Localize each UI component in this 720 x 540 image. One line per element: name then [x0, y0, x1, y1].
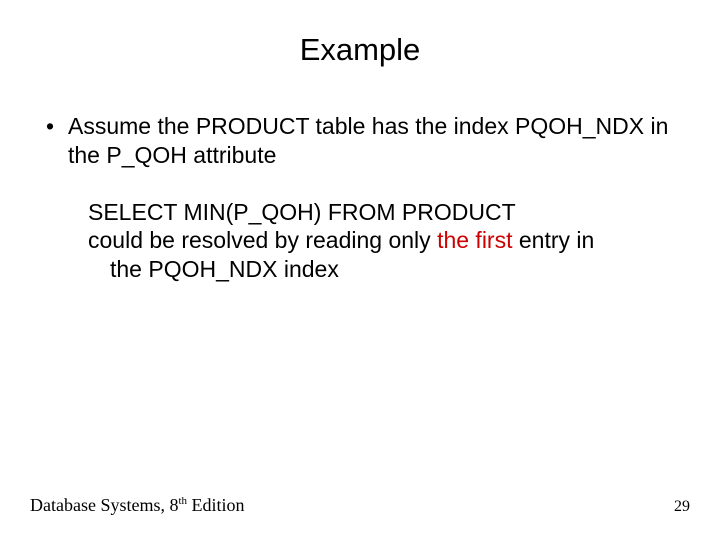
slide-body: • Assume the PRODUCT table has the index…: [30, 112, 690, 284]
explanation-highlight: the first: [437, 227, 512, 253]
sql-line: SELECT MIN(P_QOH) FROM PRODUCT: [88, 198, 690, 227]
footer-book-b: Edition: [187, 495, 245, 515]
bullet-text: Assume the PRODUCT table has the index P…: [68, 112, 690, 170]
footer-book-a: Database Systems, 8: [30, 495, 178, 515]
slide-title: Example: [30, 32, 690, 68]
footer-page-number: 29: [674, 498, 690, 516]
explanation-part-a: could be resolved by reading only: [88, 227, 437, 253]
bullet-item: • Assume the PRODUCT table has the index…: [40, 112, 690, 170]
bullet-marker: •: [40, 112, 68, 141]
footer-book: Database Systems, 8th Edition: [30, 495, 245, 516]
explanation-continuation: the PQOH_NDX index: [88, 255, 690, 284]
slide: Example • Assume the PRODUCT table has t…: [0, 0, 720, 540]
sub-block: SELECT MIN(P_QOH) FROM PRODUCT could be …: [88, 198, 690, 284]
explanation-part-b: entry in: [512, 227, 594, 253]
slide-footer: Database Systems, 8th Edition 29: [30, 495, 690, 516]
explanation-line: could be resolved by reading only the fi…: [88, 226, 690, 284]
footer-book-sup: th: [178, 495, 187, 507]
